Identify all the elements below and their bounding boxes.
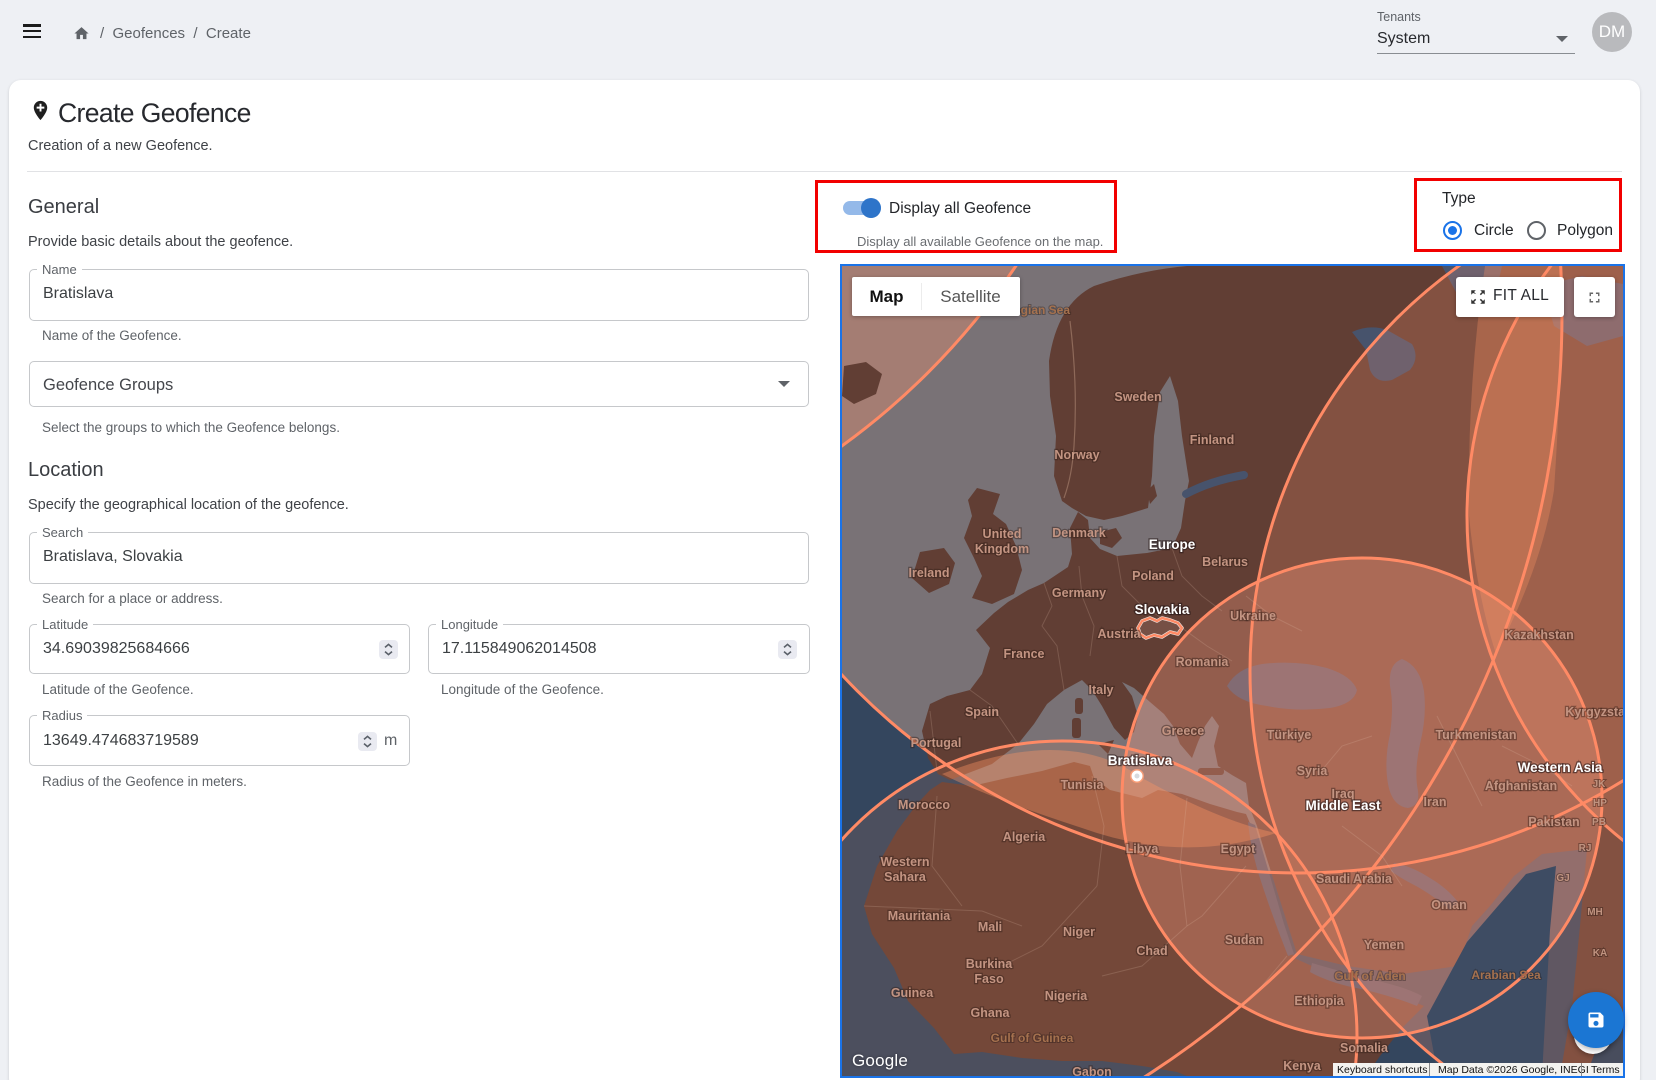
svg-text:Portugal: Portugal xyxy=(911,736,962,750)
svg-text:Niger: Niger xyxy=(1063,925,1095,939)
svg-text:Kenya: Kenya xyxy=(1283,1059,1322,1073)
svg-text:Bratislava: Bratislava xyxy=(1108,753,1173,768)
svg-text:RJ: RJ xyxy=(1579,843,1592,854)
svg-text:Yemen: Yemen xyxy=(1364,938,1404,952)
svg-text:Saudi Arabia: Saudi Arabia xyxy=(1316,872,1393,886)
svg-text:Pakistan: Pakistan xyxy=(1528,815,1579,829)
svg-text:Greece: Greece xyxy=(1162,724,1204,738)
svg-text:Gulf of Aden: Gulf of Aden xyxy=(1334,969,1406,983)
svg-text:Germany: Germany xyxy=(1052,586,1106,600)
svg-text:Chad: Chad xyxy=(1136,944,1167,958)
svg-text:Kingdom: Kingdom xyxy=(975,542,1029,556)
svg-text:Faso: Faso xyxy=(974,972,1004,986)
svg-text:Poland: Poland xyxy=(1132,569,1174,583)
svg-text:Austria: Austria xyxy=(1097,627,1141,641)
svg-text:Sudan: Sudan xyxy=(1225,933,1263,947)
svg-text:HP: HP xyxy=(1593,798,1607,809)
svg-text:PB: PB xyxy=(1592,817,1606,828)
svg-text:KA: KA xyxy=(1593,948,1607,959)
svg-text:Italy: Italy xyxy=(1088,683,1113,697)
svg-text:Finland: Finland xyxy=(1190,433,1234,447)
svg-text:Ghana: Ghana xyxy=(971,1006,1011,1020)
svg-text:Somalia: Somalia xyxy=(1340,1041,1389,1055)
svg-text:Western: Western xyxy=(880,855,929,869)
svg-text:Spain: Spain xyxy=(965,705,999,719)
svg-text:Ukraine: Ukraine xyxy=(1230,609,1276,623)
svg-text:Sweden: Sweden xyxy=(1114,390,1161,404)
svg-text:Nigeria: Nigeria xyxy=(1045,989,1088,1003)
svg-text:Syria: Syria xyxy=(1297,764,1329,778)
svg-text:Western Asia: Western Asia xyxy=(1518,760,1603,775)
svg-text:Ireland: Ireland xyxy=(909,566,950,580)
svg-text:MH: MH xyxy=(1587,907,1603,918)
svg-text:Algeria: Algeria xyxy=(1003,830,1046,844)
svg-text:Sahara: Sahara xyxy=(884,870,927,884)
svg-text:Middle East: Middle East xyxy=(1305,798,1381,813)
svg-text:Gabon: Gabon xyxy=(1072,1065,1112,1076)
svg-text:Romania: Romania xyxy=(1176,655,1230,669)
svg-text:Slovakia: Slovakia xyxy=(1135,602,1190,617)
svg-text:Denmark: Denmark xyxy=(1052,526,1106,540)
svg-text:Norway: Norway xyxy=(1054,448,1099,462)
svg-text:Turkmenistan: Turkmenistan xyxy=(1435,728,1516,742)
svg-text:Libya: Libya xyxy=(1126,842,1160,856)
svg-text:JK: JK xyxy=(1593,779,1607,790)
svg-text:Gulf of Guinea: Gulf of Guinea xyxy=(991,1031,1074,1045)
svg-text:Morocco: Morocco xyxy=(898,798,950,812)
svg-text:Belarus: Belarus xyxy=(1202,555,1248,569)
svg-text:Guinea: Guinea xyxy=(891,986,934,1000)
svg-text:Mali: Mali xyxy=(978,920,1002,934)
svg-text:Arabian Sea: Arabian Sea xyxy=(1471,968,1541,982)
svg-text:Ethiopia: Ethiopia xyxy=(1294,994,1344,1008)
svg-text:Mauritania: Mauritania xyxy=(888,909,952,923)
svg-text:Oman: Oman xyxy=(1431,898,1466,912)
svg-text:Afghanistan: Afghanistan xyxy=(1485,779,1557,793)
svg-text:France: France xyxy=(1004,647,1045,661)
svg-text:Türkiye: Türkiye xyxy=(1267,728,1312,742)
svg-text:Iran: Iran xyxy=(1424,795,1447,809)
svg-text:Kazakhstan: Kazakhstan xyxy=(1504,628,1573,642)
svg-text:GJ: GJ xyxy=(1556,873,1569,884)
svg-text:Egypt: Egypt xyxy=(1221,842,1257,856)
svg-text:United: United xyxy=(983,527,1022,541)
svg-text:Tunisia: Tunisia xyxy=(1061,778,1105,792)
svg-text:Kyrgyzstan: Kyrgyzstan xyxy=(1565,705,1623,719)
